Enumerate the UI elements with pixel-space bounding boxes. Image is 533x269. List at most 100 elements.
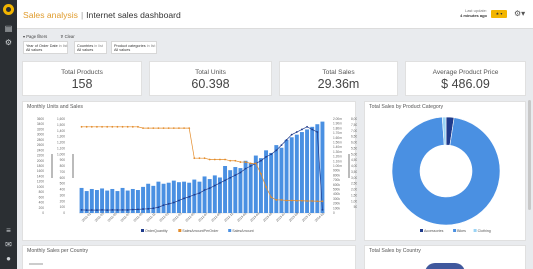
favorite-button[interactable]: ★ ▾ [491,10,507,18]
y-tick-right2: 4,500 [351,158,357,162]
breadcrumb-root-link[interactable]: Sales analysis [23,10,78,20]
bar-sales-amount [228,170,233,213]
y-tick-right: 1.50m [333,141,342,145]
y-tick-right: 0 [333,211,335,215]
point-OrderQuantity [90,209,93,211]
y-tick-left: 3200 [37,127,44,131]
bar-sales-amount [182,181,187,213]
bar-sales-amount [176,182,181,213]
point-OrderQuantity [198,192,201,195]
y-tick-left: 1800 [37,164,44,168]
clear-filters-button[interactable]: ⊽ Clear [60,34,80,39]
breadcrumb-separator: | [80,10,84,20]
point-SalesAmountPerOrder [260,172,262,175]
gear-icon[interactable]: ⚙▾ [514,9,525,18]
settings-icon[interactable]: ⚙ [4,38,13,47]
y-tick-left: 3000 [37,133,44,137]
panel-title: Total Sales by Country [369,248,421,254]
point-SalesAmountPerOrder [270,196,273,199]
kpi-average-price: Average Product Price $ 486.09 [405,61,526,96]
legend-label: Clothing [478,229,491,233]
y-tick-left: 3400 [37,122,44,126]
point-SalesAmountPerOrder [152,127,155,130]
point-OrderQuantity [162,204,165,207]
point-OrderQuantity [183,197,185,200]
y-tick-right: 300k [333,197,340,201]
kpi-value: 158 [71,77,93,91]
bar-sales-amount [274,145,279,213]
point-SalesAmountPerOrder [203,157,206,160]
point-OrderQuantity [280,144,283,147]
bar-sales-amount [238,168,243,213]
y-tick-right2: 8,000 [351,117,357,121]
bar-sales-amount [187,182,192,213]
user-icon[interactable]: ● [4,254,13,263]
legend-swatch [453,229,457,232]
y-tick-right: 1.40m [333,145,342,149]
y-tick-left: 3600 [37,117,44,121]
y-tick-right2: 4,000 [351,164,357,168]
last-update-value: 4 minutes ago [460,13,487,18]
y-tick-left2: 900 [60,158,66,162]
page-scrollbar[interactable] [528,100,531,210]
point-SalesAmountPerOrder [142,127,144,130]
bar-sales-amount [197,181,202,213]
kpi-label: Total Units [195,69,226,76]
point-OrderQuantity [96,209,98,212]
y-tick-right2: 1,000 [351,199,357,203]
y-tick-right: 1.60m [333,136,342,140]
dashboard-app: ▤ ⚙ ≡ ✉ ● Sales analysis | Internet sales … [0,0,533,269]
point-SalesAmountPerOrder [275,199,278,201]
bar-sales-amount [310,126,315,213]
y-tick-left: 2200 [37,154,44,158]
point-OrderQuantity [229,176,232,179]
point-OrderQuantity [111,208,114,211]
bar-sales-amount [171,180,176,213]
legend-swatch [473,229,477,232]
bar-sales-amount [284,139,289,213]
point-OrderQuantity [121,208,124,211]
filter-chip-countries[interactable]: Countries in list All values [74,41,107,54]
point-SalesAmountPerOrder [285,199,288,202]
point-SalesAmountPerOrder [311,200,314,202]
y-tick-left2: 1,200 [57,141,65,145]
y-tick-left: 2800 [37,138,44,142]
point-SalesAmountPerOrder [239,161,242,163]
point-SalesAmountPerOrder [178,127,180,130]
point-OrderQuantity [265,155,267,158]
point-OrderQuantity [172,201,175,204]
layers-icon[interactable]: ▤ [4,24,13,33]
point-OrderQuantity [239,171,242,174]
point-SalesAmountPerOrder [80,125,83,128]
app-logo-icon[interactable] [3,4,14,15]
point-SalesAmountPerOrder [131,125,134,128]
filter-chip-categories[interactable]: Product categories in list All values [111,41,157,54]
bar-sales-amount [289,137,294,213]
point-SalesAmountPerOrder [254,162,257,165]
page-filters-toggle[interactable]: ▾ Page filters [23,34,53,39]
x-tick: 2012-11 [223,212,234,223]
point-SalesAmountPerOrder [157,127,160,130]
y-tick-left2: 300 [60,193,66,197]
x-tick: 2011-11 [146,212,157,223]
point-SalesAmountPerOrder [244,161,247,163]
filter-chip-year[interactable]: Year of Order Date in list All values [23,41,68,54]
y-tick-left2: 1,300 [57,135,65,139]
top-bar: Sales analysis | Internet sales dashboard … [17,0,533,29]
x-tick: 2011-03 [94,212,105,223]
point-OrderQuantity [193,193,196,196]
legend-label: SalesAmount [232,229,253,233]
x-tick: 2011-07 [120,212,131,223]
point-OrderQuantity [316,131,319,133]
y-tick-right: 200k [333,202,340,206]
kpi-value: $ 486.09 [441,77,490,91]
y-tick-left: 400 [39,201,45,205]
filters-icon[interactable]: ≡ [4,226,13,235]
legend-swatch [141,229,144,232]
point-OrderQuantity [224,179,226,182]
y-tick-right: 900k [333,169,340,173]
legend-label: Accessories [424,229,444,233]
category-donut-chart: Accessories Bikes Clothing [391,116,501,233]
y-tick-right: 1.10m [333,159,342,163]
chat-icon[interactable]: ✉ [4,240,13,249]
